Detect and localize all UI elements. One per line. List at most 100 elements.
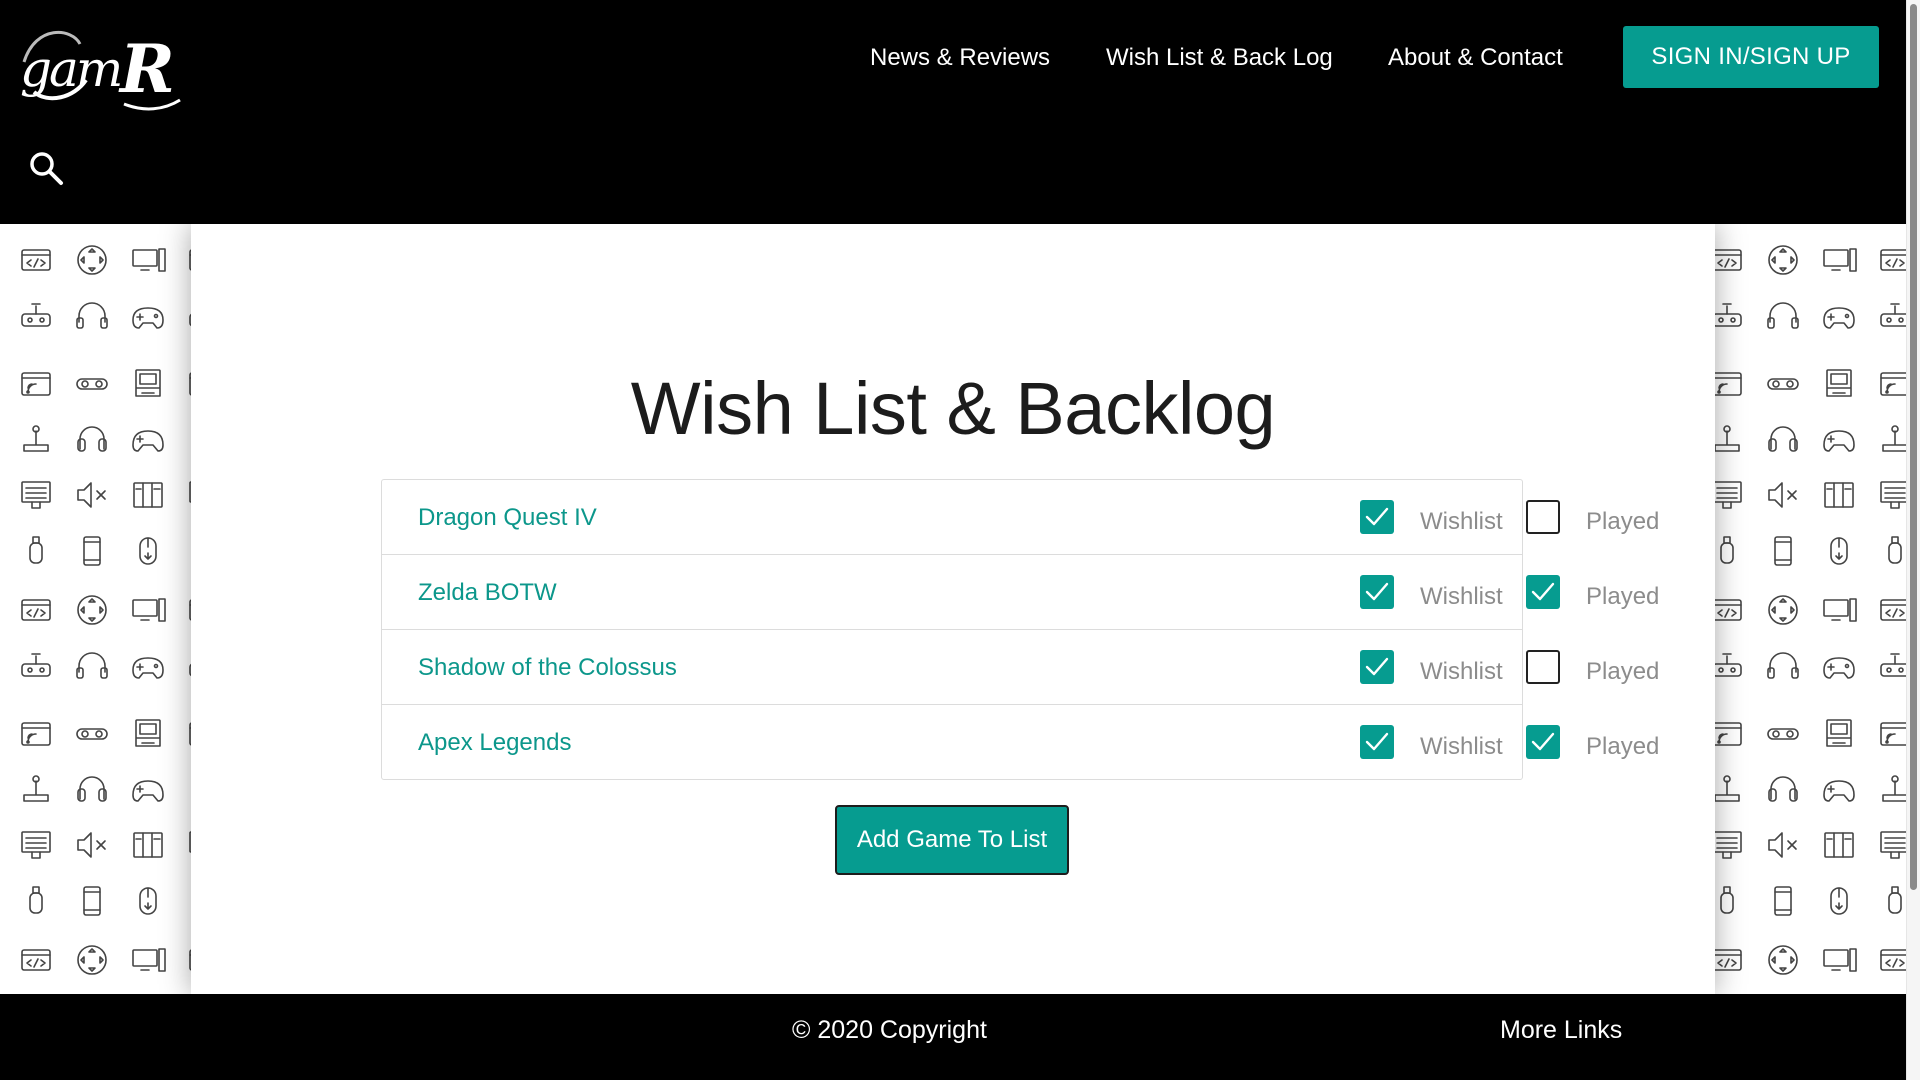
headset-icon — [76, 652, 108, 679]
played-label: Played — [1586, 583, 1660, 610]
dpad-icon — [1768, 595, 1798, 625]
wishlist-checkbox[interactable] — [1360, 650, 1394, 684]
dpad-icon — [77, 595, 107, 625]
scrollbar[interactable] — [1906, 0, 1920, 1080]
sign-in-sign-up-button[interactable]: SIGN IN/SIGN UP — [1623, 26, 1879, 88]
wishlist-checkbox[interactable] — [1360, 500, 1394, 534]
gamr-logo[interactable]: gam R — [14, 14, 184, 114]
headphones-icon — [1768, 776, 1798, 802]
vr-goggles-icon — [76, 728, 108, 740]
wishlist-checkbox[interactable] — [1360, 575, 1394, 609]
joystick-icon — [23, 775, 49, 802]
played-label: Played — [1586, 733, 1660, 760]
played-checkbox[interactable] — [1526, 500, 1560, 534]
game-row: Apex Legends Wishlist Played — [382, 705, 1659, 779]
desktop-icon — [132, 248, 166, 272]
svg-text:R: R — [118, 30, 175, 108]
desktop-icon — [1823, 248, 1857, 272]
wishlist-checkbox[interactable] — [1360, 725, 1394, 759]
arcade-icon — [135, 369, 161, 397]
played-checkbox[interactable] — [1526, 725, 1560, 759]
code-window-icon — [1880, 249, 1906, 271]
usb-stick-icon — [29, 536, 43, 564]
monitor-icon — [1880, 831, 1906, 859]
game-row: Dragon Quest IV Wishlist Played — [382, 480, 1659, 555]
monitor-icon — [1715, 481, 1742, 509]
mute-icon — [1768, 482, 1797, 508]
arcade-icon — [1826, 369, 1852, 397]
server-rack-icon — [1824, 482, 1854, 508]
phone-icon — [1774, 886, 1792, 916]
console-icon — [1880, 653, 1906, 677]
gamepad-icon — [132, 307, 164, 329]
usb-stick-icon — [1720, 536, 1734, 564]
nav-about-contact[interactable]: About & Contact — [1388, 44, 1563, 72]
headphones-icon — [1768, 426, 1798, 452]
gamepad-icon — [132, 657, 164, 679]
checkmark-icon — [1365, 732, 1389, 751]
monitor-icon — [21, 831, 51, 859]
checkmark-icon — [1531, 732, 1555, 751]
main-content-card: Wish List & Backlog Dragon Quest IV Wishl… — [191, 224, 1715, 994]
controller-icon — [132, 430, 164, 452]
desktop-icon — [1823, 598, 1857, 622]
search-icon[interactable] — [28, 150, 64, 186]
game-title-link[interactable]: Apex Legends — [418, 729, 571, 757]
add-game-button[interactable]: Add Game To List — [835, 805, 1069, 875]
mute-icon — [77, 832, 106, 858]
background-pattern-right — [1715, 224, 1906, 994]
server-rack-icon — [133, 832, 163, 858]
site-footer: © 2020 Copyright More Links — [0, 994, 1906, 1080]
game-title-link[interactable]: Dragon Quest IV — [418, 504, 597, 532]
played-label: Played — [1586, 508, 1660, 535]
code-window-icon — [21, 249, 51, 271]
checkmark-icon — [1531, 582, 1555, 601]
code-window-icon — [1880, 599, 1906, 621]
dpad-icon — [1768, 245, 1798, 275]
gaming-icons-pattern — [1715, 245, 1906, 975]
stream-window-icon — [1715, 372, 1742, 396]
controller-icon — [1823, 430, 1855, 452]
mouse-icon — [1830, 537, 1848, 565]
console-icon — [1715, 303, 1742, 327]
game-row: Zelda BOTW Wishlist Played — [382, 555, 1659, 630]
mute-icon — [77, 482, 106, 508]
vr-goggles-icon — [1767, 728, 1799, 740]
code-window-icon — [1715, 949, 1742, 971]
headset-icon — [76, 302, 108, 329]
console-icon — [21, 653, 51, 677]
headphones-icon — [77, 776, 107, 802]
played-checkbox[interactable] — [1526, 575, 1560, 609]
usb-stick-icon — [29, 886, 43, 914]
phone-icon — [1774, 536, 1792, 566]
scrollbar-thumb[interactable] — [1910, 4, 1917, 890]
page-title: Wish List & Backlog — [630, 367, 1276, 450]
joystick-icon — [1882, 425, 1906, 452]
page: gam R News & Reviews Wish List & Back Lo… — [0, 0, 1920, 1080]
nav-news-reviews[interactable]: News & Reviews — [870, 44, 1050, 72]
console-icon — [21, 303, 51, 327]
usb-stick-icon — [1888, 886, 1902, 914]
gamepad-icon — [1823, 657, 1855, 679]
headset-icon — [1767, 302, 1799, 329]
game-list: Dragon Quest IV Wishlist Played Zelda BOTW W… — [381, 479, 1659, 780]
svg-text:gam: gam — [20, 40, 120, 98]
nav-wish-list-back-log[interactable]: Wish List & Back Log — [1106, 44, 1333, 72]
desktop-icon — [1823, 948, 1857, 972]
game-title-link[interactable]: Zelda BOTW — [418, 579, 557, 607]
usb-stick-icon — [1720, 886, 1734, 914]
checkmark-icon — [1365, 657, 1389, 676]
played-checkbox[interactable] — [1526, 650, 1560, 684]
joystick-icon — [1715, 425, 1740, 452]
game-title-link[interactable]: Shadow of the Colossus — [418, 654, 677, 682]
game-row: Shadow of the Colossus Wishlist Played — [382, 630, 1659, 705]
code-window-icon — [1880, 949, 1906, 971]
server-rack-icon — [1824, 832, 1854, 858]
console-icon — [1880, 303, 1906, 327]
mouse-icon — [1830, 887, 1848, 915]
desktop-icon — [132, 948, 166, 972]
mute-icon — [1768, 832, 1797, 858]
more-links-link[interactable]: More Links — [1500, 1016, 1622, 1045]
checkmark-icon — [1365, 507, 1389, 526]
monitor-icon — [1715, 831, 1742, 859]
